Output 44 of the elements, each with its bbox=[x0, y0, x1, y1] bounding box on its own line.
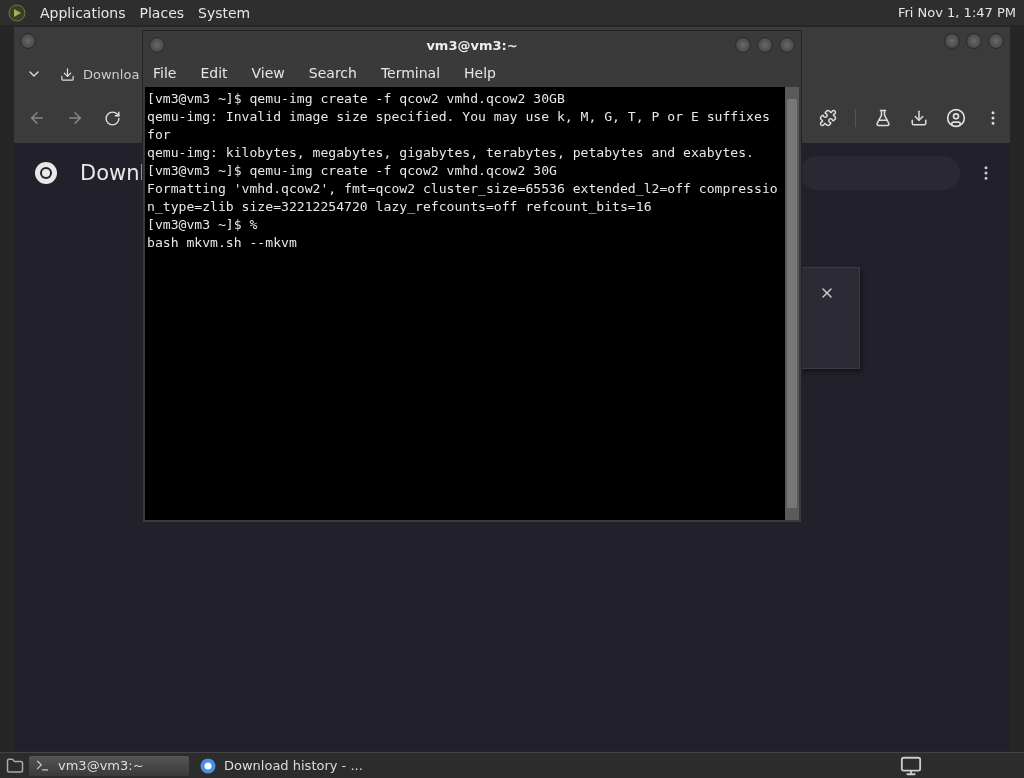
monitor-icon[interactable] bbox=[900, 754, 922, 777]
window-title: vm3@vm3:~ bbox=[426, 37, 518, 53]
terminal-line: [vm3@vm3 ~]$ qemu-img create -f qcow2 vmhd.qcow2 30GB bbox=[147, 90, 566, 108]
panel-menu[interactable]: Applications bbox=[40, 4, 126, 21]
terminal-line: bash mkvm.sh --mkvm bbox=[147, 234, 298, 252]
terminal-line: qemu-img: Invalid image size specified. You may use k, M, G, T, P or E suffixes bbox=[147, 108, 771, 126]
terminal-line: [vm3@vm3 ~]$ qemu-img create -f qcow2 vmhd.qcow2 30G bbox=[147, 162, 558, 180]
terminal-line: for bbox=[147, 126, 172, 144]
forward-icon[interactable] bbox=[66, 109, 84, 127]
minimize-icon[interactable] bbox=[944, 33, 960, 49]
reload-icon[interactable] bbox=[104, 109, 121, 127]
terminal-line: Formatting 'vmhd.qcow2', fmt=qcow2 cluster_size=65536 extended_l2=off compressio bbox=[147, 180, 779, 198]
window-menu-icon[interactable] bbox=[20, 33, 36, 49]
maximize-icon[interactable] bbox=[757, 37, 773, 53]
tab-title[interactable]: Downloa bbox=[83, 66, 140, 82]
search-field[interactable] bbox=[800, 156, 960, 190]
menu-item[interactable]: File bbox=[153, 65, 177, 81]
download-icon[interactable] bbox=[910, 109, 928, 127]
terminal-line: n_type=zlib size=32212254720 lazy_refcounts=off refcount_bits=16 bbox=[147, 198, 653, 216]
flask-icon[interactable] bbox=[874, 109, 892, 127]
back-icon[interactable] bbox=[28, 109, 46, 127]
chrome-logo-icon bbox=[34, 161, 58, 185]
puzzle-icon[interactable] bbox=[819, 109, 837, 127]
window-menu-icon[interactable] bbox=[149, 37, 165, 53]
terminal-line: qemu-img: kilobytes, megabytes, gigabytes, terabytes, petabytes and exabytes. bbox=[147, 144, 755, 162]
taskbar-button[interactable]: Download history - ... bbox=[194, 755, 369, 776]
minimize-icon[interactable] bbox=[735, 37, 751, 53]
panel-menu[interactable]: System bbox=[198, 4, 251, 21]
taskbar-button[interactable]: vm3@vm3:~ bbox=[29, 755, 189, 776]
download-icon bbox=[60, 66, 75, 82]
terminal-icon bbox=[35, 758, 50, 773]
scrollbar[interactable] bbox=[785, 87, 799, 520]
profile-icon[interactable] bbox=[946, 108, 966, 128]
clock[interactable]: Fri Nov 1, 1:47 PM bbox=[897, 5, 1020, 20]
menu-item[interactable]: Terminal bbox=[380, 65, 441, 81]
desktop-icon[interactable] bbox=[6, 756, 24, 775]
logo-icon[interactable] bbox=[8, 3, 26, 22]
terminal-line: [vm3@vm3 ~]$ % bbox=[147, 216, 259, 234]
menu-item[interactable]: Search bbox=[308, 65, 357, 81]
maximize-icon[interactable] bbox=[966, 33, 982, 49]
menu-item[interactable]: Edit bbox=[200, 65, 228, 81]
menu-item[interactable]: View bbox=[251, 65, 285, 81]
panel-menu[interactable]: Places bbox=[139, 4, 185, 21]
menu-item[interactable]: Help bbox=[464, 65, 496, 81]
